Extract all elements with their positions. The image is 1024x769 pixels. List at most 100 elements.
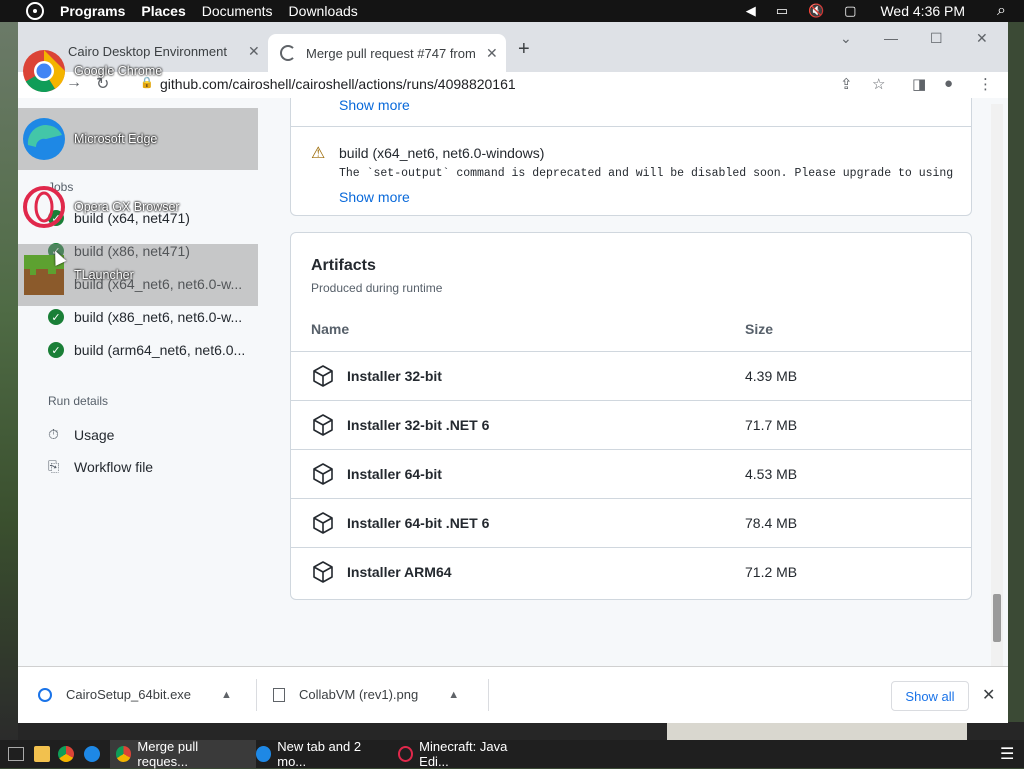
taskbar-menu-icon[interactable]: ☰ <box>1000 740 1014 768</box>
launcher-item-edge[interactable]: Microsoft Edge <box>18 108 258 170</box>
artifact-name[interactable]: Installer ARM64 <box>347 564 452 580</box>
workflow-file-label: Workflow file <box>74 458 154 475</box>
taskbar-window-opera[interactable]: Minecraft: Java Edi... <box>392 739 532 769</box>
artifact-size: 71.2 MB <box>745 564 798 580</box>
divider <box>256 679 257 711</box>
launcher-label: Microsoft Edge <box>74 132 158 146</box>
edge-icon <box>256 746 272 762</box>
artifacts-title: Artifacts <box>311 257 376 274</box>
close-window-icon[interactable]: ✕ <box>976 30 988 47</box>
taskbar-window-edge[interactable]: New tab and 2 mo... <box>250 739 388 769</box>
chrome-icon <box>23 50 65 92</box>
side-panel-icon[interactable]: ◨ <box>912 75 926 93</box>
job-item[interactable]: ✓ build (arm64_net6, net6.0... <box>48 342 245 358</box>
tab-title: Merge pull request #747 from cairoshell <box>306 45 476 61</box>
show-more-link[interactable]: Show more <box>339 189 410 205</box>
usage-link[interactable]: ⏱ Usage <box>48 426 114 443</box>
warning-icon: ⚠ <box>311 145 326 162</box>
taskbar-window-title: New tab and 2 mo... <box>277 739 362 769</box>
clock[interactable]: Wed 4:36 PM <box>880 3 965 19</box>
quicklaunch-chrome[interactable] <box>52 740 80 768</box>
artifact-name[interactable]: Installer 32-bit .NET 6 <box>347 417 489 433</box>
quicklaunch-edge[interactable] <box>78 740 106 768</box>
taskbar-window-chrome[interactable]: Merge pull reques... <box>110 739 256 769</box>
artifact-name[interactable]: Installer 32-bit <box>347 368 442 384</box>
download-filename: CollabVM (rev1).png <box>299 687 419 702</box>
divider <box>488 679 489 711</box>
bookmark-star-icon[interactable]: ☆ <box>872 75 885 93</box>
maximize-icon[interactable]: ☐ <box>930 30 943 47</box>
taskbar-window-title: Merge pull reques... <box>137 739 199 769</box>
usage-label: Usage <box>74 426 115 443</box>
artifact-row[interactable]: Installer 64-bit .NET 6 78.4 MB <box>291 499 971 548</box>
warning-title: build (x64_net6, net6.0-windows) <box>339 145 545 161</box>
show-more-link[interactable]: Show more <box>339 98 410 113</box>
desktop-background <box>0 22 18 740</box>
package-icon <box>313 414 333 436</box>
success-check-icon: ✓ <box>48 342 64 358</box>
chevron-up-icon[interactable]: ▲ <box>448 689 459 701</box>
artifact-row[interactable]: Installer 64-bit 4.53 MB <box>291 450 971 499</box>
close-icon[interactable]: ✕ <box>982 685 995 705</box>
share-icon[interactable]: ⇪ <box>840 75 853 93</box>
tab-merge-pull-request[interactable]: Merge pull request #747 from cairoshell … <box>268 34 506 72</box>
artifacts-card: Artifacts Produced during runtime Name S… <box>290 232 972 600</box>
download-progress-icon <box>38 687 52 702</box>
success-check-icon: ✓ <box>48 309 64 325</box>
edge-icon <box>23 118 65 160</box>
minimize-icon[interactable]: — <box>884 30 898 46</box>
column-size: Size <box>745 321 774 337</box>
artifact-row[interactable]: Installer 32-bit 4.39 MB <box>291 352 971 401</box>
run-details-heading: Run details <box>48 394 109 408</box>
action-center-icon[interactable]: ▢ <box>844 3 856 19</box>
warning-annotation: ⚠ build (x64_net6, net6.0-windows) The `… <box>291 127 971 215</box>
job-item[interactable]: ✓ build (x86_net6, net6.0-w... <box>48 309 242 325</box>
menu-documents[interactable]: Documents <box>202 3 273 19</box>
download-item[interactable]: CairoSetup_64bit.exe ▲ <box>38 687 232 702</box>
artifact-name[interactable]: Installer 64-bit <box>347 466 442 482</box>
chevron-up-icon[interactable]: ▲ <box>221 689 232 701</box>
show-all-button[interactable]: Show all <box>891 681 969 711</box>
tray-expand-icon[interactable]: ◀ <box>746 3 756 19</box>
search-icon[interactable]: ⌕ <box>997 2 1006 20</box>
close-tab-icon[interactable]: ✕ <box>486 45 498 62</box>
file-icon: ⎘ <box>48 458 60 474</box>
loading-icon <box>280 45 296 61</box>
download-item[interactable]: CollabVM (rev1).png ▲ <box>273 687 459 702</box>
artifact-name[interactable]: Installer 64-bit .NET 6 <box>347 515 489 531</box>
scrollbar-thumb[interactable] <box>993 594 1001 642</box>
artifact-row[interactable]: Installer ARM64 71.2 MB <box>291 548 971 596</box>
artifacts-table-header: Name Size <box>291 309 971 352</box>
artifact-row[interactable]: Installer 32-bit .NET 6 71.7 MB <box>291 401 971 450</box>
launcher-label: Google Chrome <box>74 64 163 78</box>
annotations-card: Show more ⚠ build (x64_net6, net6.0-wind… <box>290 98 972 216</box>
package-icon <box>313 463 333 485</box>
app-launcher-overlay: Google Chrome Microsoft Edge Opera GX Br… <box>18 40 258 310</box>
package-icon <box>313 512 333 534</box>
new-tab-icon[interactable]: + <box>518 38 530 61</box>
tab-search-icon[interactable]: ⌄ <box>840 30 852 47</box>
launcher-item-chrome[interactable]: Google Chrome <box>18 40 258 102</box>
vertical-scrollbar[interactable] <box>991 104 1003 669</box>
menu-programs[interactable]: Programs <box>60 3 125 19</box>
warning-message: The `set-output` command is deprecated a… <box>339 167 959 180</box>
launcher-label: TLauncher <box>74 268 134 282</box>
show-desktop-button[interactable] <box>2 740 30 768</box>
menu-downloads[interactable]: Downloads <box>289 3 358 19</box>
artifact-size: 78.4 MB <box>745 515 798 531</box>
taskbar-window-title: Minecraft: Java Edi... <box>419 739 508 769</box>
menu-kebab-icon[interactable]: ⋮ <box>978 75 993 93</box>
menu-places[interactable]: Places <box>141 3 185 19</box>
volume-muted-icon[interactable]: 🔇 <box>808 3 824 19</box>
profile-icon[interactable]: ● <box>944 75 953 92</box>
system-tray: ◀ ▭ 🔇 ▢ Wed 4:36 PM ⌕ <box>736 0 1024 22</box>
launcher-item-opera-gx[interactable]: Opera GX Browser <box>18 176 258 238</box>
network-icon[interactable]: ▭ <box>776 3 788 19</box>
artifact-size: 4.53 MB <box>745 466 798 482</box>
launcher-label: Opera GX Browser <box>74 200 180 214</box>
workflow-file-link[interactable]: ⎘ Workflow file <box>48 458 153 475</box>
artifact-size: 71.7 MB <box>745 417 798 433</box>
job-label: build (arm64_net6, net6.0... <box>74 342 246 358</box>
artifact-size: 4.39 MB <box>745 368 798 384</box>
cairo-menu-icon[interactable] <box>26 2 44 20</box>
